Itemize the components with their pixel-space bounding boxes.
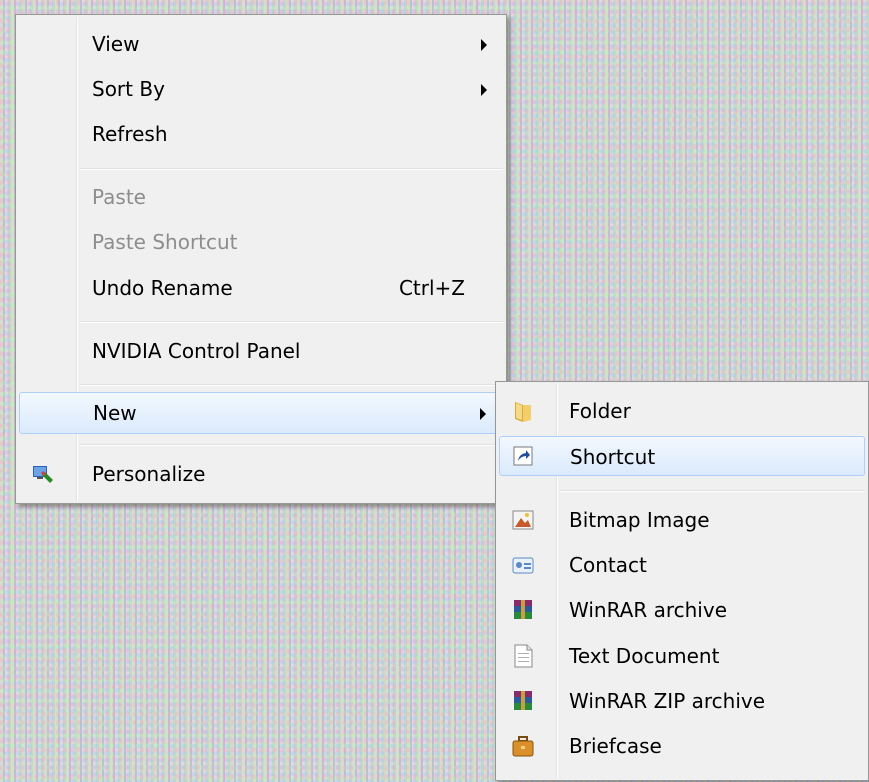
submenu-item-label: Bitmap Image: [569, 508, 710, 532]
menu-item-label: Undo Rename: [92, 276, 233, 300]
desktop-context-menu: View Sort By Refresh Paste Paste Shortcu…: [15, 14, 507, 504]
submenu-item-briefcase[interactable]: Briefcase: [499, 726, 865, 766]
menu-item-label: Personalize: [92, 462, 206, 486]
menu-separator: [80, 168, 503, 169]
menu-item-undo-rename[interactable]: Undo Rename Ctrl+Z: [19, 268, 503, 308]
submenu-arrow-icon: [481, 39, 487, 51]
menu-separator: [80, 321, 503, 322]
winrar-zip-icon: [514, 691, 532, 710]
menu-item-label: Refresh: [92, 122, 168, 146]
contact-icon: [512, 557, 534, 574]
submenu-item-label: Folder: [569, 399, 631, 423]
submenu-item-contact[interactable]: Contact: [499, 545, 865, 585]
menu-item-label: NVIDIA Control Panel: [92, 339, 301, 363]
menu-item-paste[interactable]: Paste: [19, 177, 503, 217]
submenu-item-winrar-archive[interactable]: WinRAR archive: [499, 590, 865, 630]
menu-item-label: Sort By: [92, 77, 165, 101]
menu-separator: [80, 384, 503, 385]
menu-item-view[interactable]: View: [19, 24, 503, 64]
menu-separator: [80, 444, 503, 445]
menu-item-label: New: [93, 401, 137, 425]
submenu-item-label: Briefcase: [569, 734, 662, 758]
submenu-item-winrar-zip-archive[interactable]: WinRAR ZIP archive: [499, 681, 865, 721]
menu-item-paste-shortcut[interactable]: Paste Shortcut: [19, 222, 503, 262]
personalize-icon: [33, 466, 53, 483]
submenu-item-label: Shortcut: [570, 445, 656, 469]
text-document-icon: [514, 644, 533, 668]
submenu-item-folder[interactable]: Folder: [499, 391, 865, 431]
submenu-item-text-document[interactable]: Text Document: [499, 636, 865, 676]
menu-item-nvidia-control-panel[interactable]: NVIDIA Control Panel: [19, 331, 503, 371]
winrar-archive-icon: [514, 600, 532, 619]
submenu-arrow-icon: [481, 84, 487, 96]
shortcut-icon: [513, 446, 533, 466]
submenu-arrow-icon: [480, 408, 486, 420]
folder-icon: [515, 402, 531, 422]
submenu-item-label: Text Document: [569, 644, 720, 668]
bitmap-image-icon: [512, 510, 534, 530]
menu-item-refresh[interactable]: Refresh: [19, 114, 503, 154]
menu-item-sort-by[interactable]: Sort By: [19, 69, 503, 109]
briefcase-icon: [512, 736, 534, 757]
menu-item-label: Paste Shortcut: [92, 230, 238, 254]
submenu-item-bitmap-image[interactable]: Bitmap Image: [499, 500, 865, 540]
menu-item-shortcut: Ctrl+Z: [398, 276, 465, 300]
submenu-item-label: WinRAR ZIP archive: [569, 689, 766, 713]
submenu-item-label: Contact: [569, 553, 647, 577]
menu-item-personalize[interactable]: Personalize: [19, 454, 503, 494]
submenu-item-label: WinRAR archive: [569, 598, 727, 622]
menu-item-label: View: [92, 32, 140, 56]
menu-item-new[interactable]: New: [19, 392, 503, 434]
menu-item-label: Paste: [92, 185, 146, 209]
submenu-item-shortcut[interactable]: Shortcut: [499, 436, 865, 476]
new-submenu: Folder Shortcut Bitmap Image Contact Win…: [495, 381, 869, 781]
menu-separator: [560, 490, 865, 491]
